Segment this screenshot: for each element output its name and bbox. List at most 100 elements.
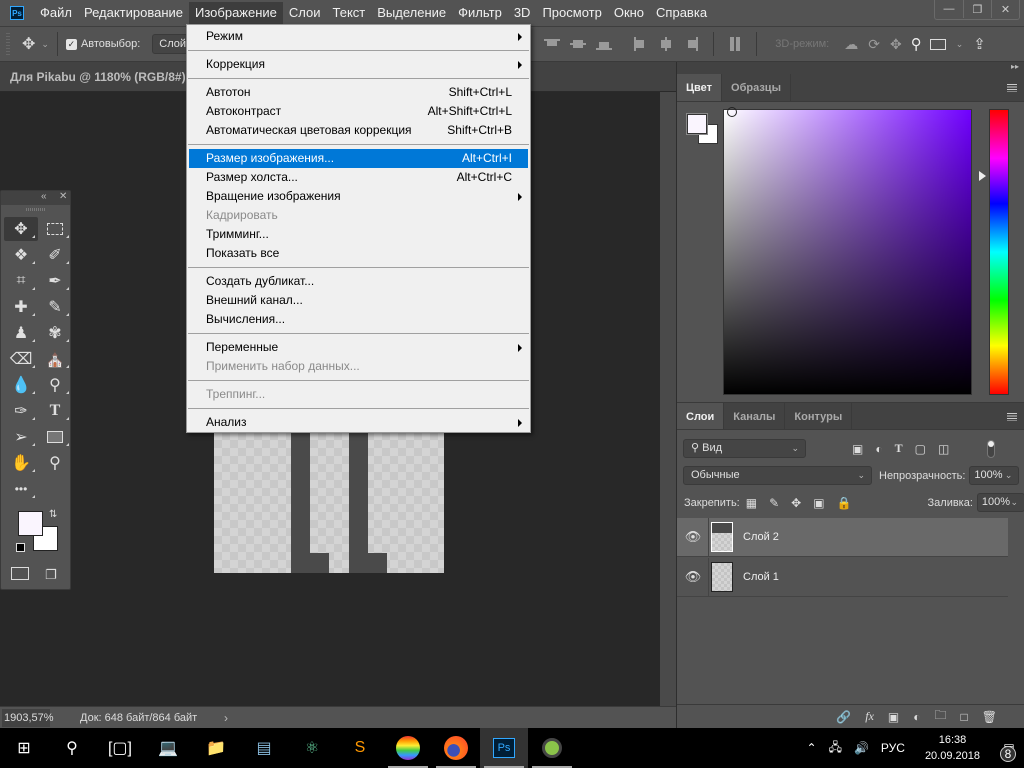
file-explorer-folder-icon[interactable]: 📁	[192, 728, 240, 768]
blend-mode-select[interactable]: Обычные ⌄	[683, 466, 872, 485]
menu-item[interactable]: Коррекция	[187, 55, 530, 74]
align-right-icon[interactable]	[684, 37, 700, 51]
action-center-icon[interactable]: ▤ 8	[994, 728, 1024, 768]
menu-image[interactable]: Изображение	[189, 2, 283, 24]
atom-editor-icon[interactable]: ⚛	[288, 728, 336, 768]
layer-name[interactable]: Слой 2	[743, 531, 779, 543]
zoom-tool-icon[interactable]: ⚲	[38, 451, 72, 475]
distribute-icon[interactable]	[727, 37, 743, 51]
brush-tool-icon[interactable]: ✎	[38, 295, 72, 319]
align-bottom-icon[interactable]	[596, 37, 613, 51]
zoom-level-field[interactable]: 1903,57%	[2, 708, 54, 727]
visibility-eye-icon[interactable]: 👁	[677, 569, 709, 585]
default-colors-icon[interactable]	[16, 543, 25, 552]
vertical-scrollbar[interactable]	[660, 92, 676, 706]
collapse-panel-icon[interactable]: «	[41, 191, 47, 202]
crop-tool-icon[interactable]: ⌗	[4, 269, 38, 293]
rectangle-tool-icon[interactable]	[38, 425, 72, 449]
align-hcenter-icon[interactable]	[658, 37, 674, 51]
menu-item[interactable]: Переменные	[187, 338, 530, 357]
tools-panel-header[interactable]: « ✕	[1, 191, 70, 205]
menu-item[interactable]: Показать все	[187, 244, 530, 263]
menu-layers[interactable]: Слои	[283, 2, 327, 24]
dodge-tool-icon[interactable]: ⚲	[38, 373, 72, 397]
hand-tool-icon[interactable]: ✋	[4, 451, 38, 475]
menu-item[interactable]: Автотон Shift+Ctrl+L	[187, 83, 530, 102]
lock-all-icon[interactable]: 🔒	[837, 496, 852, 510]
layer-filter-select[interactable]: ⚲ Вид ⌄	[683, 439, 806, 458]
history-brush-tool-icon[interactable]: ✾	[38, 321, 72, 345]
clock[interactable]: 16:38 20.09.2018	[925, 732, 980, 764]
volume-icon[interactable]: 🔊	[854, 741, 869, 755]
3d-orbit-icon[interactable]: ☁	[844, 36, 858, 53]
filter-shape-icon[interactable]: ▢	[915, 442, 926, 456]
align-top-icon[interactable]	[544, 37, 561, 51]
minimize-icon[interactable]: —	[935, 0, 963, 18]
close-panel-icon[interactable]: ✕	[59, 191, 67, 202]
status-menu-arrow-icon[interactable]: ›	[224, 711, 228, 725]
workspace-icon[interactable]	[929, 38, 946, 50]
eraser-tool-icon[interactable]: ⌫	[4, 347, 38, 371]
3d-pan-icon[interactable]: ✥	[890, 36, 902, 53]
saturation-brightness-field[interactable]	[723, 109, 972, 395]
chevron-down-icon[interactable]: ⌄	[1010, 494, 1018, 511]
clone-stamp-tool-icon[interactable]: ♟	[4, 321, 38, 345]
canvas-image[interactable]	[214, 432, 444, 573]
photoshop-taskbar-icon[interactable]: Ps	[480, 728, 528, 768]
menu-item[interactable]: Автоконтраст Alt+Shift+Ctrl+L	[187, 102, 530, 121]
network-icon[interactable]: 🖧	[829, 738, 842, 759]
chevron-down-icon[interactable]: ⌄	[1005, 467, 1013, 484]
move-tool-icon[interactable]: ✥	[4, 217, 38, 241]
pen-tool-icon[interactable]: ✑	[4, 399, 38, 423]
hue-slider[interactable]	[989, 109, 1009, 395]
blur-tool-icon[interactable]: 💧	[4, 373, 38, 397]
type-tool-icon[interactable]: T	[38, 399, 72, 423]
new-layer-icon[interactable]: □	[961, 710, 968, 724]
align-left-icon[interactable]	[632, 37, 648, 51]
menu-edit[interactable]: Редактирование	[78, 2, 189, 24]
panel-dock-collapse-icon[interactable]: ▸▸	[677, 62, 1024, 74]
quick-mask-icon[interactable]	[11, 567, 29, 580]
share-icon[interactable]: ⇪	[973, 35, 986, 53]
color-picker-cursor[interactable]	[727, 107, 737, 117]
tab-swatches[interactable]: Образцы	[722, 74, 791, 101]
rect-marquee-tool-icon[interactable]	[38, 217, 72, 241]
color-app-icon[interactable]	[384, 728, 432, 768]
filter-type-icon[interactable]: T	[895, 441, 903, 456]
menu-item[interactable]: Создать дубликат...	[187, 272, 530, 291]
quick-selection-tool-icon[interactable]: ✐	[38, 243, 72, 267]
path-selection-tool-icon[interactable]: ➢	[4, 425, 38, 449]
menu-file[interactable]: Файл	[34, 2, 78, 24]
menu-filter[interactable]: Фильтр	[452, 2, 508, 24]
lock-position-icon[interactable]: ✥	[791, 496, 801, 510]
color-panel-foreground-swatch[interactable]	[686, 113, 708, 135]
filter-adjustment-icon[interactable]: ◐	[875, 442, 882, 456]
filter-smart-object-icon[interactable]: ◫	[938, 442, 949, 456]
tool-preset-chevron-icon[interactable]: ⌄	[41, 39, 49, 50]
menu-item[interactable]: Внешний канал...	[187, 291, 530, 310]
tab-layers[interactable]: Слои	[677, 403, 725, 429]
hue-slider-marker[interactable]	[979, 171, 986, 181]
menu-item[interactable]: Анализ	[187, 413, 530, 432]
menu-item[interactable]: Вычисления...	[187, 310, 530, 329]
swap-colors-icon[interactable]: ⇅	[49, 509, 57, 520]
restore-icon[interactable]: ❐	[963, 0, 991, 18]
autoselect-checkbox[interactable]: ✓	[65, 38, 77, 50]
search-icon[interactable]: ⚲	[48, 728, 96, 768]
workspace-chevron-icon[interactable]: ⌄	[956, 39, 964, 50]
lock-image-pixels-icon[interactable]: ✎	[769, 496, 779, 510]
menu-item[interactable]: Режим	[187, 27, 530, 46]
firefox-icon[interactable]	[432, 728, 480, 768]
eyedropper-tool-icon[interactable]: ✒	[38, 269, 72, 293]
menu-help[interactable]: Справка	[650, 2, 713, 24]
tab-channels[interactable]: Каналы	[724, 403, 786, 429]
menu-type[interactable]: Текст	[327, 2, 372, 24]
add-mask-icon[interactable]: ▣	[888, 710, 899, 724]
paint-bucket-tool-icon[interactable]: ⛪	[38, 347, 72, 371]
opacity-field[interactable]: 100% ⌄	[969, 466, 1020, 485]
move-tool-icon[interactable]: ✥	[22, 34, 35, 54]
layers-panel-menu-icon[interactable]	[1007, 413, 1017, 421]
menu-item-highlighted[interactable]: Размер изображения... Alt+Ctrl+I	[189, 149, 528, 168]
color-panel-menu-icon[interactable]	[1007, 84, 1017, 92]
adjustment-layer-icon[interactable]: ◐	[913, 710, 920, 724]
